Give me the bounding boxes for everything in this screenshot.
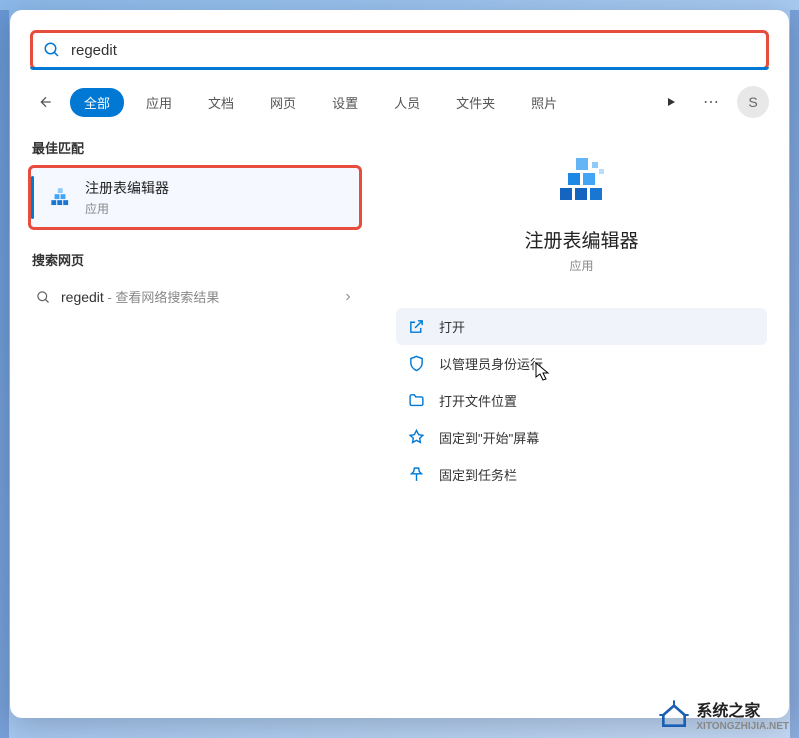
action-pin-to-start[interactable]: 固定到"开始"屏幕 [396,419,767,456]
shield-icon [408,355,425,372]
action-open[interactable]: 打开 [396,308,767,345]
watermark-url: XITONGZHIJIA.NET [696,721,789,732]
tab-folders[interactable]: 文件夹 [442,88,509,117]
tab-photos[interactable]: 照片 [517,88,571,117]
watermark-text: 系统之家 [696,697,789,721]
preview-pane: 注册表编辑器 应用 打开 以管理员身份运行 打开文件位置 [380,128,789,706]
best-match-title: 注册表编辑器 [85,178,169,198]
search-web-header: 搜索网页 [32,250,358,269]
regedit-app-icon-large [550,148,614,212]
action-label: 打开文件位置 [439,391,517,410]
play-icon [665,96,677,108]
back-button[interactable] [30,86,62,118]
tab-all[interactable]: 全部 [70,88,124,117]
folder-icon [408,392,425,409]
tab-documents[interactable]: 文档 [194,88,248,117]
search-bar-container [10,10,789,70]
search-input[interactable] [71,42,756,59]
search-icon [43,41,61,59]
windows-search-panel: 全部 应用 文档 网页 设置 人员 文件夹 照片 ⋯ S 最佳匹配 [10,10,789,718]
background-decoration [790,10,799,738]
tab-settings[interactable]: 设置 [318,88,372,117]
web-search-item[interactable]: regedit - 查看网络搜索结果 [28,277,362,317]
tab-people[interactable]: 人员 [380,88,434,117]
tab-web[interactable]: 网页 [256,88,310,117]
ellipsis-icon: ⋯ [703,92,719,112]
search-bar[interactable] [30,30,769,70]
preview-hero: 注册表编辑器 应用 [396,128,767,298]
best-match-item[interactable]: 注册表编辑器 应用 [28,165,362,230]
preview-title: 注册表编辑器 [524,226,638,253]
action-run-as-admin[interactable]: 以管理员身份运行 [396,345,767,382]
pin-icon [408,429,425,446]
arrow-left-icon [38,94,54,110]
user-avatar[interactable]: S [737,86,769,118]
action-pin-to-taskbar[interactable]: 固定到任务栏 [396,456,767,493]
search-icon [36,290,51,305]
chevron-right-icon [342,291,354,303]
best-match-header: 最佳匹配 [32,138,358,157]
more-options-button[interactable]: ⋯ [697,88,725,116]
action-label: 固定到"开始"屏幕 [439,428,539,447]
web-search-query: regedit [61,289,104,305]
web-search-hint: - 查看网络搜索结果 [104,290,220,305]
watermark-logo-icon [658,699,690,731]
background-decoration [0,10,9,738]
main-content: 最佳匹配 注册表编辑器 应用 搜索网页 reged [10,128,789,706]
action-label: 打开 [439,317,465,336]
open-icon [408,318,425,335]
preview-subtitle: 应用 [569,257,593,274]
action-label: 固定到任务栏 [439,465,517,484]
tab-apps[interactable]: 应用 [132,88,186,117]
regedit-app-icon [47,185,73,211]
pin-icon [408,466,425,483]
action-label: 以管理员身份运行 [439,354,543,373]
watermark: 系统之家 XITONGZHIJIA.NET [658,697,789,732]
best-match-subtitle: 应用 [85,200,169,217]
action-list: 打开 以管理员身份运行 打开文件位置 固定到"开始"屏幕 固定到任务栏 [396,308,767,493]
action-open-file-location[interactable]: 打开文件位置 [396,382,767,419]
results-list: 最佳匹配 注册表编辑器 应用 搜索网页 reged [10,128,380,706]
tabs-row: 全部 应用 文档 网页 设置 人员 文件夹 照片 ⋯ S [10,70,789,128]
more-tabs-button[interactable] [657,88,685,116]
